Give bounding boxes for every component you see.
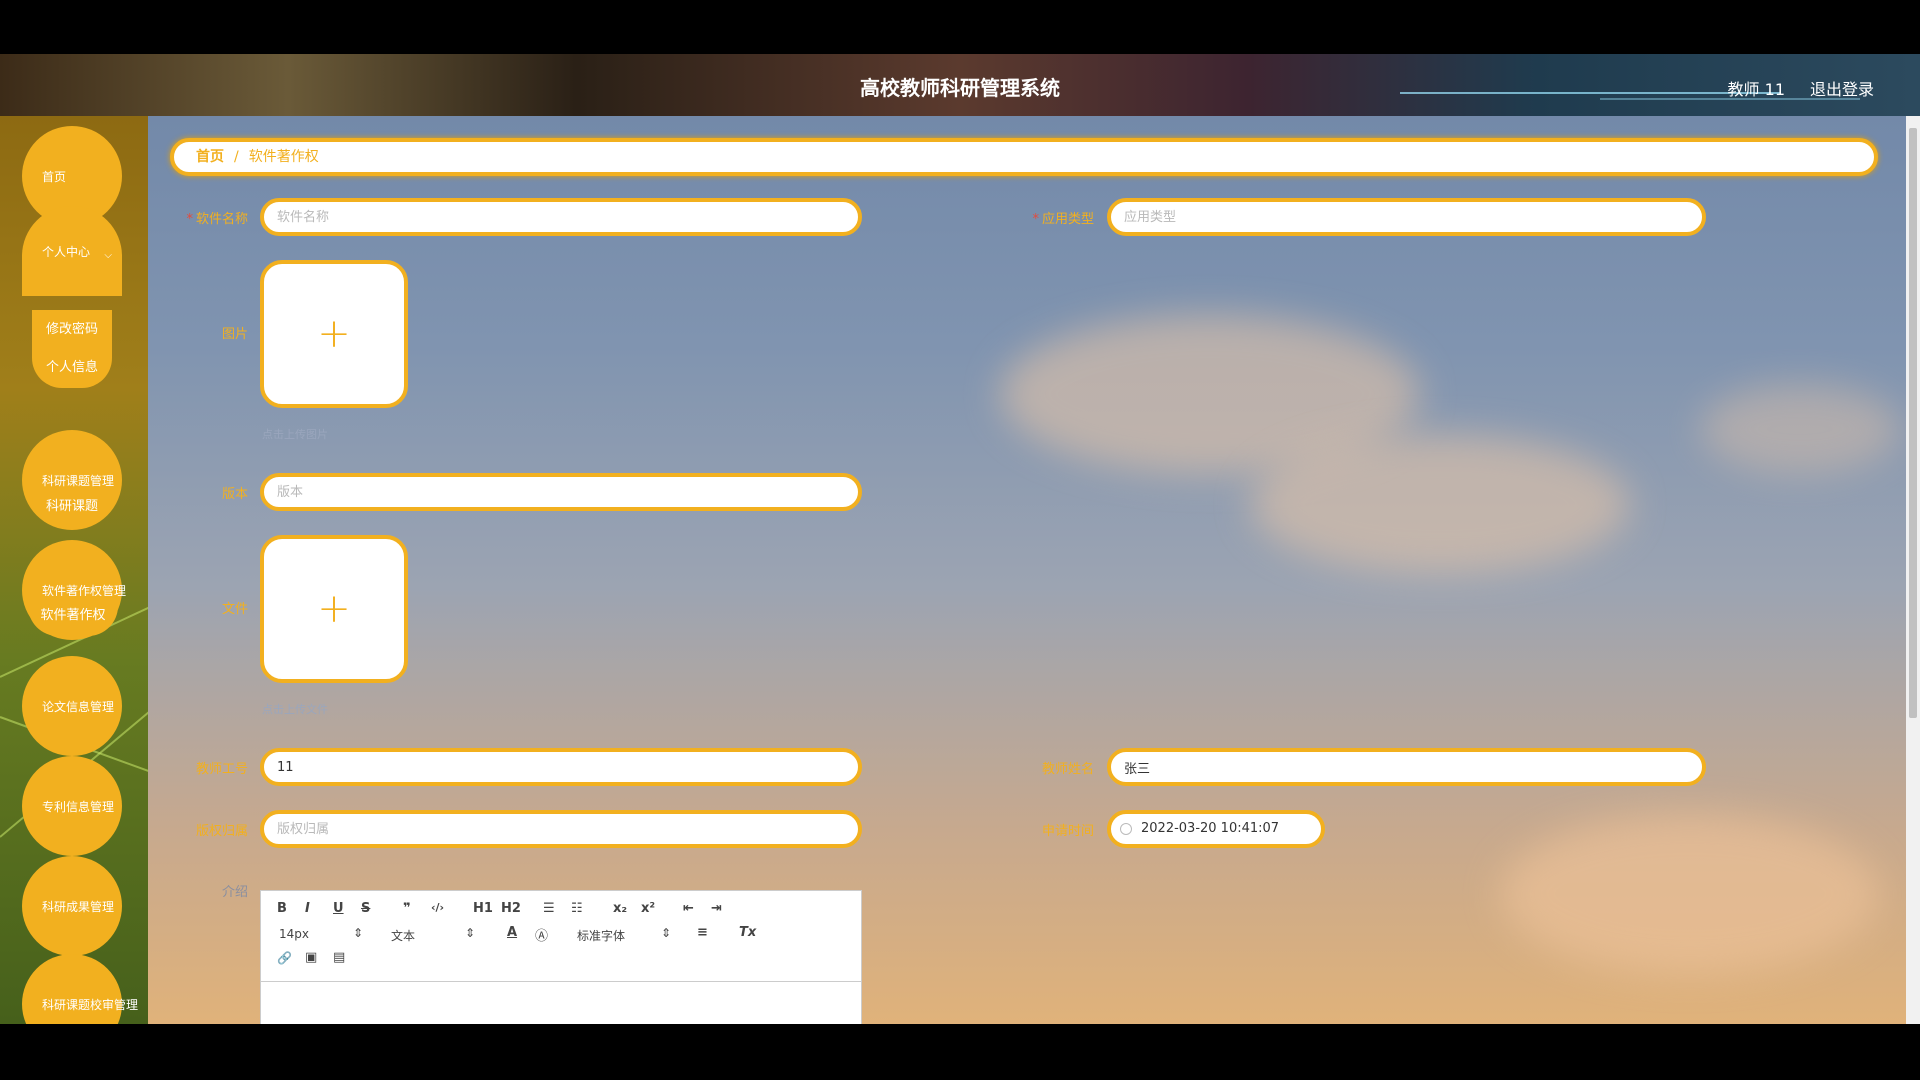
version-input[interactable] (260, 473, 862, 511)
breadcrumb-current: 软件著作权 (248, 149, 319, 165)
font-family-chevron-icon: ⇕ (661, 926, 672, 940)
teacher-name-input[interactable] (1107, 748, 1706, 786)
bullet-list-button[interactable]: ☷ (571, 901, 583, 916)
blockquote-button[interactable]: ❞ (403, 901, 411, 916)
sidebar-item-label: 论文信息管理 (42, 699, 115, 714)
font-color-button[interactable]: A (507, 925, 517, 940)
sidebar-item-achievements[interactable]: 科研成果管理 (22, 856, 122, 956)
copyright-owner-input[interactable] (260, 810, 862, 848)
file-upload-button[interactable]: + (260, 535, 408, 683)
editor-content-area[interactable] (261, 982, 861, 1024)
current-user: 教师 11 (1727, 80, 1785, 99)
sidebar-item-label: 科研课题校审管理 (42, 997, 139, 1012)
required-mark: * (186, 212, 193, 227)
sidebar-item-topic-review[interactable]: 科研课题校审管理 (22, 954, 138, 1024)
intro-label: 介绍 (221, 885, 248, 900)
required-mark: * (1032, 212, 1039, 227)
apply-time-label: 申请时间 (1041, 824, 1094, 839)
text-type-select[interactable]: 文本 (391, 927, 415, 944)
link-button[interactable]: 🔗 (277, 951, 292, 965)
indent-button[interactable]: ⇥ (711, 901, 722, 916)
scrollbar-thumb[interactable] (1909, 128, 1917, 718)
sidebar-item-papers[interactable]: 论文信息管理 (22, 656, 122, 756)
image-upload-button[interactable]: + (260, 260, 408, 408)
page-scrollbar[interactable] (1906, 116, 1920, 1024)
chevron-down-icon: ⌵ (104, 250, 112, 261)
rich-text-editor: B I U S ❞ ‹/› H1 H2 ☰ ☷ x₂ x² ⇤ ⇥ 14px ⇕… (260, 890, 862, 1024)
software-name-input[interactable] (260, 198, 862, 236)
plus-icon: + (317, 586, 351, 632)
ordered-list-button[interactable]: ☰ (543, 901, 555, 916)
logout-button[interactable]: 退出登录 (1810, 76, 1874, 100)
sidebar: 首页 个人中心 ⌵ 修改密码 个人信息 科研课题管理 科研课题 软件著作权管理 … (0, 116, 148, 1024)
font-size-select[interactable]: 14px (279, 927, 309, 941)
sidebar-item-label: 科研成果管理 (42, 899, 115, 914)
video-button[interactable]: ▤ (333, 950, 345, 965)
submenu-item-research-topic[interactable]: 科研课题 (32, 487, 112, 527)
h1-button[interactable]: H1 (473, 901, 493, 916)
italic-button[interactable]: I (305, 901, 310, 916)
editor-toolbar: B I U S ❞ ‹/› H1 H2 ☰ ☷ x₂ x² ⇤ ⇥ 14px ⇕… (261, 891, 861, 982)
file-label: 文件 (221, 602, 248, 617)
app-root: 高校教师科研管理系统 教师 11 退出登录 首页 个人中心 ⌵ 修改密码 个人信… (0, 54, 1920, 1024)
submenu-item-change-password[interactable]: 修改密码 (32, 310, 112, 350)
text-type-chevron-icon: ⇕ (465, 926, 476, 940)
clear-format-button[interactable]: Tx (739, 925, 756, 940)
app-title: 高校教师科研管理系统 (860, 76, 1060, 100)
software-name-label-text: 软件名称 (195, 212, 248, 227)
submenu-item-personal-info[interactable]: 个人信息 (32, 348, 112, 388)
sidebar-item-personal-center[interactable]: 个人中心 ⌵ (22, 206, 122, 296)
plus-icon: + (317, 311, 351, 357)
breadcrumb-home[interactable]: 首页 (196, 149, 224, 165)
teacher-name-label: 教师姓名 (1041, 762, 1094, 777)
cloud-decoration (1500, 814, 1880, 974)
breadcrumb: 首页 / 软件著作权 (170, 138, 1878, 176)
sidebar-item-label: 科研课题管理 (42, 473, 115, 488)
superscript-button[interactable]: x² (641, 901, 655, 916)
bold-button[interactable]: B (277, 901, 287, 916)
subscript-button[interactable]: x₂ (613, 901, 627, 916)
image-label: 图片 (221, 327, 248, 342)
align-button[interactable]: ≡ (697, 925, 708, 940)
app-type-label-text: 应用类型 (1041, 212, 1094, 227)
apply-time-value: 2022-03-20 10:41:07 (1141, 821, 1280, 836)
font-size-chevron-icon: ⇕ (353, 926, 364, 940)
font-family-select[interactable]: 标准字体 (577, 927, 625, 944)
teacher-id-input[interactable] (260, 748, 862, 786)
app-type-input[interactable] (1107, 198, 1706, 236)
outdent-button[interactable]: ⇤ (683, 901, 694, 916)
software-name-label: * 软件名称 (158, 208, 248, 227)
teacher-id-label: 教师工号 (195, 762, 248, 777)
background-color-button[interactable]: Ⓐ (535, 925, 548, 944)
app-type-label: * 应用类型 (1004, 208, 1094, 227)
file-upload-hint: 点击上传文件 (262, 703, 328, 716)
sidebar-item-label: 首页 (42, 169, 67, 184)
sidebar-item-patents[interactable]: 专利信息管理 (22, 756, 122, 856)
cloud-decoration (1250, 434, 1630, 574)
cloud-decoration (1700, 384, 1900, 474)
strike-button[interactable]: S (361, 901, 370, 916)
copyright-owner-label: 版权归属 (195, 824, 248, 839)
submenu-item-software-copyright[interactable]: 软件著作权 (28, 596, 118, 636)
h2-button[interactable]: H2 (501, 901, 521, 916)
breadcrumb-separator: / (234, 149, 239, 165)
top-header: 高校教师科研管理系统 教师 11 退出登录 (0, 54, 1920, 116)
version-label: 版本 (221, 487, 248, 502)
image-upload-hint: 点击上传图片 (262, 428, 328, 441)
image-button[interactable]: ▣ (305, 950, 317, 965)
code-block-button[interactable]: ‹/› (431, 901, 444, 914)
clock-icon (1120, 823, 1132, 835)
sidebar-item-label: 专利信息管理 (42, 799, 115, 814)
sidebar-item-label: 个人中心 (42, 244, 91, 259)
underline-button[interactable]: U (333, 901, 344, 916)
apply-time-picker[interactable]: 2022-03-20 10:41:07 (1107, 810, 1325, 848)
